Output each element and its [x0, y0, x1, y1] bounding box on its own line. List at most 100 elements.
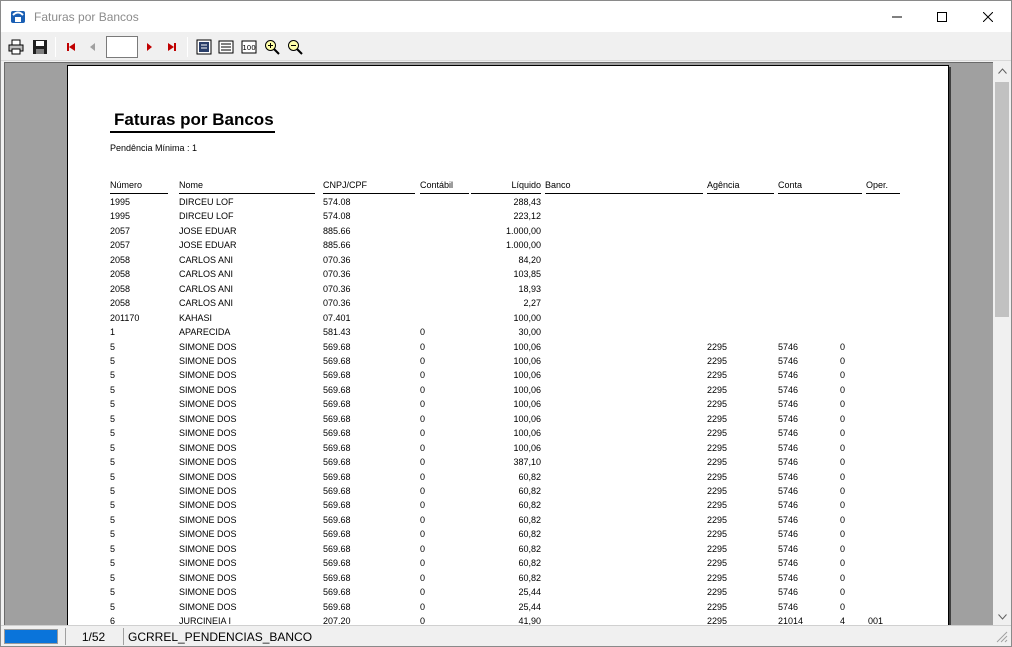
cell-contabil: 0 [420, 428, 426, 438]
cell-liquido: 100,06 [513, 385, 541, 395]
scroll-up-button[interactable] [993, 62, 1011, 79]
cell-agencia: 2295 [707, 457, 728, 467]
cell-cnpj: 070.36 [323, 284, 351, 294]
column-header-contabil: Contábil [420, 180, 454, 190]
minimize-button[interactable] [874, 1, 920, 32]
cell-liquido: 60,82 [518, 544, 541, 554]
maximize-button[interactable] [919, 1, 965, 32]
report-page: Faturas por Bancos Pendência Mínima : 1 … [67, 65, 949, 625]
cell-liquido: 100,06 [513, 370, 541, 380]
single-page-view-button[interactable] [194, 37, 214, 57]
cell-cnpj: 569.68 [323, 500, 351, 510]
cell-conta: 5746 [778, 414, 799, 424]
resize-grip-icon[interactable] [996, 631, 1008, 643]
cell-nome: SIMONE DOS [179, 558, 237, 568]
header-underline [420, 193, 469, 194]
cell-cnpj: 569.68 [323, 529, 351, 539]
cell-numero: 5 [110, 457, 116, 467]
cell-dv: 0 [840, 587, 846, 597]
app-logo-icon [10, 9, 26, 25]
cell-agencia: 2295 [707, 486, 728, 496]
first-page-icon [67, 43, 75, 51]
cell-contabil: 0 [420, 443, 426, 453]
chevron-up-icon [997, 67, 1007, 74]
chevron-down-icon [997, 613, 1007, 620]
cell-agencia: 2295 [707, 399, 728, 409]
cell-dv: 0 [840, 457, 846, 467]
header-underline [179, 193, 315, 194]
cell-contabil: 0 [420, 500, 426, 510]
page-number-input[interactable] [106, 36, 138, 58]
cell-liquido: 100,06 [513, 342, 541, 352]
scrollbar-thumb[interactable] [995, 82, 1009, 317]
column-header-banco: Banco [545, 180, 571, 190]
cell-liquido: 100,06 [513, 428, 541, 438]
cell-liquido: 60,82 [518, 558, 541, 568]
cell-dv: 0 [840, 472, 846, 482]
cell-contabil: 0 [420, 587, 426, 597]
last-page-button[interactable] [162, 37, 182, 57]
vertical-scrollbar[interactable] [993, 62, 1011, 625]
previous-page-button[interactable] [83, 37, 103, 57]
report-viewport[interactable]: Faturas por Bancos Pendência Mínima : 1 … [4, 62, 993, 625]
header-underline [866, 193, 900, 194]
preview-toolbar: 100 [1, 32, 1011, 61]
cell-nome: SIMONE DOS [179, 602, 237, 612]
cell-dv: 0 [840, 602, 846, 612]
column-header-agencia: Agência [707, 180, 740, 190]
first-page-button[interactable] [61, 37, 81, 57]
cell-agencia: 2295 [707, 342, 728, 352]
column-header-numero: Número [110, 180, 143, 190]
zoom-100-button[interactable]: 100 [239, 37, 259, 57]
cell-conta: 5746 [778, 428, 799, 438]
cell-conta: 5746 [778, 472, 799, 482]
cell-agencia: 2295 [707, 414, 728, 424]
close-icon [983, 11, 993, 22]
close-button[interactable] [965, 1, 1011, 32]
cell-contabil: 0 [420, 399, 426, 409]
cell-nome: SIMONE DOS [179, 486, 237, 496]
report-title: Faturas por Bancos [110, 110, 275, 133]
floppy-disk-icon [33, 40, 47, 54]
cell-agencia: 2295 [707, 428, 728, 438]
column-header-conta: Conta [778, 180, 803, 190]
scroll-down-button[interactable] [993, 608, 1011, 625]
save-button[interactable] [30, 37, 50, 57]
cell-liquido: 100,06 [513, 356, 541, 366]
cell-nome: SIMONE DOS [179, 414, 237, 424]
cell-liquido: 25,44 [518, 602, 541, 612]
cell-cnpj: 581.43 [323, 327, 351, 337]
cell-cnpj: 207.20 [323, 616, 351, 625]
cell-cnpj: 569.68 [323, 587, 351, 597]
cell-numero: 2057 [110, 240, 131, 250]
cell-contabil: 0 [420, 544, 426, 554]
zoom-in-button[interactable] [262, 37, 282, 57]
maximize-icon [937, 11, 947, 22]
cell-dv: 0 [840, 486, 846, 496]
column-header-cnpj: CNPJ/CPF [323, 180, 368, 190]
cell-numero: 5 [110, 342, 116, 352]
pendencia-minima-label: Pendência Mínima : 1 [110, 143, 198, 153]
cell-cnpj: 569.68 [323, 399, 351, 409]
cell-cnpj: 885.66 [323, 240, 351, 250]
print-button[interactable] [6, 37, 26, 57]
cell-agencia: 2295 [707, 544, 728, 554]
zoom-out-button[interactable] [285, 37, 305, 57]
cell-cnpj: 070.36 [323, 269, 351, 279]
cell-dv: 0 [840, 414, 846, 424]
cell-numero: 5 [110, 500, 116, 510]
page-width-button[interactable] [216, 37, 236, 57]
progress-bar [4, 629, 58, 644]
cell-numero: 2058 [110, 269, 131, 279]
cell-contabil: 0 [420, 558, 426, 568]
cell-liquido: 2,27 [523, 298, 541, 308]
page-counter: 1/52 [65, 628, 121, 645]
minimize-icon [892, 16, 902, 17]
cell-nome: APARECIDA [179, 327, 231, 337]
cell-liquido: 100,06 [513, 399, 541, 409]
next-page-button[interactable] [139, 37, 159, 57]
report-preview-window: Faturas por Bancos 100 Faturas por Banco… [0, 0, 1012, 647]
cell-cnpj: 569.68 [323, 515, 351, 525]
cell-dv: 0 [840, 529, 846, 539]
cell-numero: 5 [110, 370, 116, 380]
